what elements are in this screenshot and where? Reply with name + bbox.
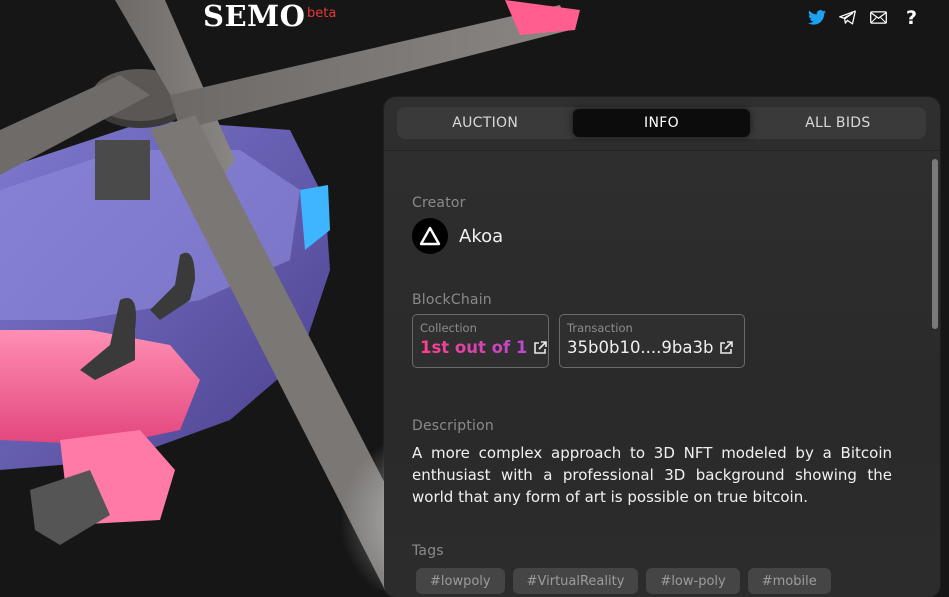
creator-row[interactable]: Akoa [412,218,503,254]
creator-label: Creator [412,195,466,211]
creator-name[interactable]: Akoa [459,226,503,247]
tag-chip[interactable]: #VirtualReality [512,568,639,594]
tab-info[interactable]: INFO [573,109,750,137]
avatar [412,218,448,254]
tab-all-bids[interactable]: ALL BIDS [750,107,926,139]
transaction-value: 35b0b10....9ba3b [567,338,714,357]
header-social-links: ? [806,7,932,29]
telegram-icon[interactable] [837,7,858,28]
tab-auction[interactable]: AUCTION [397,107,573,139]
collection-value: 1st out of 1 [420,338,528,357]
tab-bar: AUCTION INFO ALL BIDS [397,107,926,139]
nft-details-panel: AUCTION INFO ALL BIDS Creator Akoa Block… [384,97,940,597]
twitter-icon[interactable] [806,7,827,28]
site-logo[interactable]: SEMO [203,0,305,33]
triangle-logo-icon [419,226,441,246]
transaction-value-row: 35b0b10....9ba3b [567,338,737,357]
description-text: A more complex approach to 3D NFT modele… [412,444,892,506]
transaction-label: Transaction [567,321,633,335]
tag-list: #lowpoly #VirtualReality #low-poly #mobi… [416,568,831,594]
external-link-icon [719,340,734,355]
help-icon[interactable]: ? [901,7,922,29]
external-link-icon [533,340,548,355]
beta-badge: beta [307,6,337,21]
description-label: Description [412,418,494,434]
tag-chip[interactable]: #mobile [747,568,831,594]
transaction-link[interactable]: Transaction 35b0b10....9ba3b [559,314,745,368]
collection-link[interactable]: Collection 1st out of 1 [412,314,549,368]
blockchain-label: BlockChain [412,292,492,308]
divider [384,150,940,151]
collection-label: Collection [420,321,477,335]
mail-icon[interactable] [868,7,889,28]
scrollbar-thumb[interactable] [932,159,938,329]
tags-label: Tags [412,543,444,559]
tag-chip[interactable]: #lowpoly [416,568,505,594]
collection-value-row: 1st out of 1 [420,338,548,357]
tag-chip[interactable]: #low-poly [646,568,740,594]
